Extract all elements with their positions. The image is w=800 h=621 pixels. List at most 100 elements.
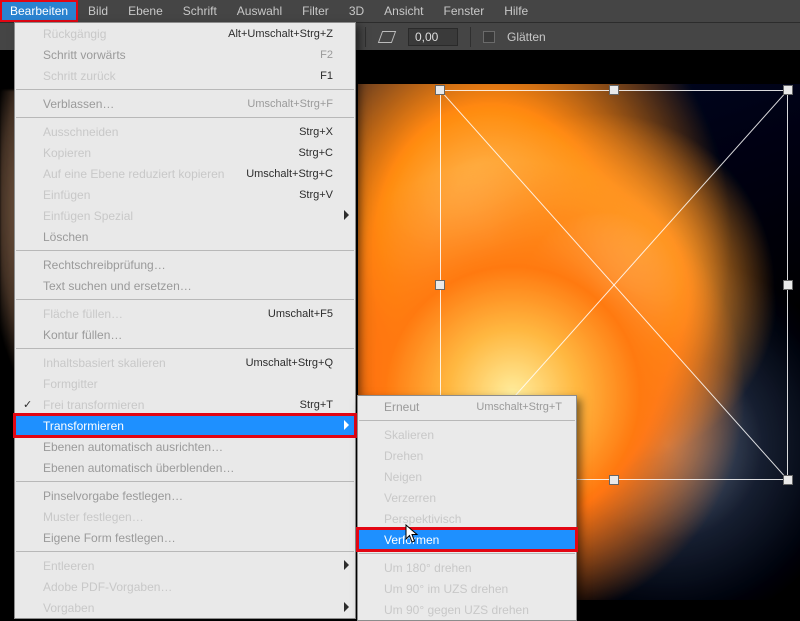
- menu-auswahl[interactable]: Auswahl: [227, 0, 292, 22]
- edit-menu-item[interactable]: Fläche füllen…Umschalt+F5: [15, 303, 355, 324]
- menu-item-label: Skalieren: [384, 428, 562, 442]
- transform-handle[interactable]: [784, 86, 792, 94]
- transform-submenu-item[interactable]: Um 90° gegen UZS drehen: [358, 599, 576, 620]
- menu-separator: [359, 420, 575, 421]
- menu-item-label: Rechtschreibprüfung…: [43, 258, 333, 272]
- menu-item-label: Verblassen…: [43, 97, 247, 111]
- menu-separator: [359, 553, 575, 554]
- menu-item-label: Auf eine Ebene reduziert kopieren: [43, 167, 246, 181]
- edit-menu-item: Schritt vorwärtsF2: [15, 44, 355, 65]
- transform-submenu-item[interactable]: Drehen: [358, 445, 576, 466]
- angle-input[interactable]: 0,00: [408, 28, 458, 46]
- transform-submenu-item[interactable]: Um 180° drehen: [358, 557, 576, 578]
- menu-item-label: Pinselvorgabe festlegen…: [43, 489, 333, 503]
- menu-item-label: Schritt vorwärts: [43, 48, 320, 62]
- submenu-arrow-icon: [344, 210, 349, 220]
- edit-menu-item[interactable]: Einfügen Spezial: [15, 205, 355, 226]
- menu-item-label: Adobe PDF-Vorgaben…: [43, 580, 333, 594]
- menu-item-shortcut: Umschalt+Strg+C: [246, 168, 333, 180]
- menu-item-label: Einfügen Spezial: [43, 209, 333, 223]
- transform-handle[interactable]: [610, 476, 618, 484]
- edit-menu-item: Ebenen automatisch überblenden…: [15, 457, 355, 478]
- menu-separator: [16, 250, 354, 251]
- menu-item-label: Löschen: [43, 230, 333, 244]
- transform-submenu-item[interactable]: Neigen: [358, 466, 576, 487]
- edit-menu-item[interactable]: AusschneidenStrg+X: [15, 121, 355, 142]
- edit-menu-item[interactable]: Vorgaben: [15, 597, 355, 618]
- menu-item-shortcut: Strg+C: [298, 147, 333, 159]
- edit-menu-item[interactable]: EinfügenStrg+V: [15, 184, 355, 205]
- menu-item-label: Ebenen automatisch ausrichten…: [43, 440, 333, 454]
- edit-menu-item[interactable]: Adobe PDF-Vorgaben…: [15, 576, 355, 597]
- menubar: BearbeitenBildEbeneSchriftAuswahlFilter3…: [0, 0, 800, 22]
- transform-handle[interactable]: [436, 281, 444, 289]
- menu-item-label: Frei transformieren: [43, 398, 300, 412]
- menu-ebene[interactable]: Ebene: [118, 0, 173, 22]
- edit-menu-item: Löschen: [15, 226, 355, 247]
- smooth-checkbox[interactable]: [483, 31, 495, 43]
- menu-item-label: Einfügen: [43, 188, 299, 202]
- menu-item-label: Ebenen automatisch überblenden…: [43, 461, 333, 475]
- transform-handle[interactable]: [784, 281, 792, 289]
- submenu-arrow-icon: [344, 602, 349, 612]
- menu-item-label: Kontur füllen…: [43, 328, 333, 342]
- menu-item-label: Entleeren: [43, 559, 333, 573]
- menu-bild[interactable]: Bild: [78, 0, 118, 22]
- menu-item-label: Eigene Form festlegen…: [43, 531, 333, 545]
- edit-menu-item: Verblassen…Umschalt+Strg+F: [15, 93, 355, 114]
- edit-menu-item[interactable]: Schritt zurückF1: [15, 65, 355, 86]
- edit-menu-item[interactable]: KopierenStrg+C: [15, 142, 355, 163]
- smooth-label: Glätten: [507, 30, 546, 44]
- menu-hilfe[interactable]: Hilfe: [494, 0, 538, 22]
- menu-item-label: Vorgaben: [43, 601, 333, 615]
- transform-handle[interactable]: [436, 86, 444, 94]
- separator: [470, 27, 471, 47]
- edit-menu-item: Rechtschreibprüfung…: [15, 254, 355, 275]
- edit-menu-item[interactable]: ✓Frei transformierenStrg+T: [15, 394, 355, 415]
- menu-item-label: Text suchen und ersetzen…: [43, 279, 333, 293]
- edit-menu-item: Ebenen automatisch ausrichten…: [15, 436, 355, 457]
- transform-submenu-item: ErneutUmschalt+Strg+T: [358, 396, 576, 417]
- menu-ansicht[interactable]: Ansicht: [374, 0, 433, 22]
- edit-menu-item: Kontur füllen…: [15, 324, 355, 345]
- menu-item-label: Ausschneiden: [43, 125, 299, 139]
- menu-item-label: Rückgängig: [43, 27, 228, 41]
- menu-schrift[interactable]: Schrift: [173, 0, 227, 22]
- menu-filter[interactable]: Filter: [292, 0, 339, 22]
- menu-item-label: Um 90° im UZS drehen: [384, 582, 562, 596]
- edit-menu-item[interactable]: Entleeren: [15, 555, 355, 576]
- edit-menu-item: Text suchen und ersetzen…: [15, 275, 355, 296]
- edit-menu-item[interactable]: Muster festlegen…: [15, 506, 355, 527]
- transform-handle[interactable]: [610, 86, 618, 94]
- edit-menu-item: Pinselvorgabe festlegen…: [15, 485, 355, 506]
- menu-item-label: Um 90° gegen UZS drehen: [384, 603, 562, 617]
- edit-menu-item[interactable]: Auf eine Ebene reduziert kopierenUmschal…: [15, 163, 355, 184]
- transform-submenu-item[interactable]: Verzerren: [358, 487, 576, 508]
- menu-separator: [16, 89, 354, 90]
- menu-item-shortcut: F2: [320, 49, 333, 61]
- transform-submenu-item[interactable]: Um 90° im UZS drehen: [358, 578, 576, 599]
- menu-separator: [16, 551, 354, 552]
- menu-item-shortcut: Umschalt+Strg+Q: [246, 357, 333, 369]
- transform-submenu-item[interactable]: Skalieren: [358, 424, 576, 445]
- menu-item-shortcut: F1: [320, 70, 333, 82]
- menu-item-label: Muster festlegen…: [43, 510, 333, 524]
- menu-item-label: Verzerren: [384, 491, 562, 505]
- transform-submenu-item[interactable]: Verformen: [358, 529, 576, 550]
- menu-item-shortcut: Strg+X: [299, 126, 333, 138]
- menu-3d[interactable]: 3D: [339, 0, 374, 22]
- edit-menu-item[interactable]: RückgängigAlt+Umschalt+Strg+Z: [15, 23, 355, 44]
- check-icon: ✓: [23, 398, 32, 411]
- transform-submenu-item[interactable]: Perspektivisch: [358, 508, 576, 529]
- submenu-arrow-icon: [344, 560, 349, 570]
- menu-fenster[interactable]: Fenster: [434, 0, 495, 22]
- edit-menu-item[interactable]: Formgitter: [15, 373, 355, 394]
- menu-item-shortcut: Umschalt+F5: [268, 308, 333, 320]
- transform-handle[interactable]: [784, 476, 792, 484]
- edit-menu-item[interactable]: Inhaltsbasiert skalierenUmschalt+Strg+Q: [15, 352, 355, 373]
- edit-menu-item[interactable]: Transformieren: [15, 415, 355, 436]
- menu-item-shortcut: Strg+V: [299, 189, 333, 201]
- menu-bearbeiten[interactable]: Bearbeiten: [0, 0, 78, 22]
- menu-item-label: Formgitter: [43, 377, 333, 391]
- shear-angle-icon: [378, 30, 396, 44]
